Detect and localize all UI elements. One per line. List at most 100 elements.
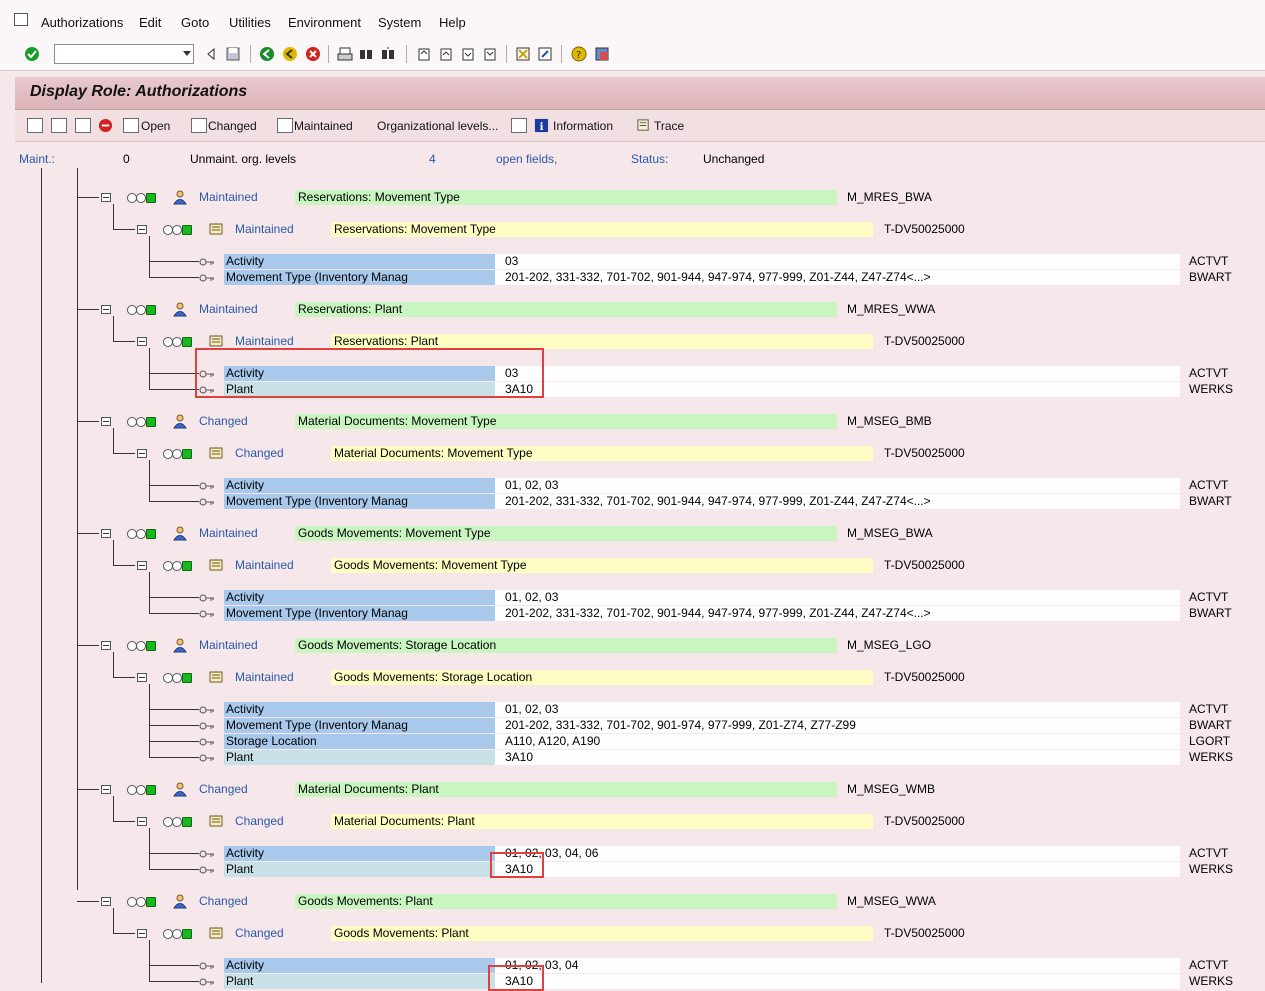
field-value[interactable]: 03 (495, 254, 1180, 269)
back-icon[interactable] (259, 46, 275, 62)
field-id: BWART (1189, 494, 1232, 508)
menu-help[interactable]: Help (439, 15, 466, 30)
maintained-icon[interactable] (277, 118, 293, 133)
save-icon[interactable] (225, 46, 241, 62)
collapse-node-icon[interactable] (137, 673, 147, 682)
field-value[interactable]: 01, 02, 03, 04, 06 (495, 846, 1180, 861)
layout-menu-icon[interactable] (594, 46, 610, 62)
object-status-link[interactable]: Changed (199, 894, 248, 908)
menu-environment[interactable]: Environment (288, 15, 361, 30)
authorization-status-link[interactable]: Maintained (235, 334, 294, 348)
object-status-link[interactable]: Changed (199, 414, 248, 428)
find-next-icon[interactable] (380, 46, 396, 62)
authorization-status-link[interactable]: Changed (235, 446, 284, 460)
trace-icon[interactable] (636, 118, 651, 133)
open-button[interactable]: Open (141, 119, 170, 133)
collapse-node-icon[interactable] (137, 817, 147, 826)
org-levels-button[interactable]: Organizational levels... (377, 119, 498, 133)
information-icon[interactable]: i (534, 118, 549, 133)
trace-button[interactable]: Trace (654, 119, 684, 133)
object-status-link[interactable]: Maintained (199, 638, 258, 652)
authorization-status-link[interactable]: Changed (235, 814, 284, 828)
field-value[interactable]: 01, 02, 03 (495, 702, 1180, 717)
collapse-node-icon[interactable] (101, 305, 111, 314)
object-class-icon (173, 526, 187, 541)
help-icon[interactable]: ? (571, 46, 587, 62)
field-value[interactable]: 3A10 (495, 750, 1180, 765)
print-icon[interactable] (337, 46, 353, 62)
authorization-status-link[interactable]: Maintained (235, 222, 294, 236)
tree-branch-line (113, 204, 114, 229)
list-icon[interactable] (511, 118, 527, 133)
field-value[interactable]: 201-202, 331-332, 701-702, 901-944, 947-… (495, 270, 1180, 285)
command-field[interactable] (54, 44, 194, 64)
object-status-link[interactable]: Maintained (199, 190, 258, 204)
menu-goto[interactable]: Goto (181, 15, 209, 30)
back-arrow-icon[interactable] (203, 46, 219, 62)
collapse-node-icon[interactable] (101, 641, 111, 650)
maint-label: Maint.: (19, 152, 56, 166)
cancel-icon[interactable] (305, 46, 321, 62)
field-value[interactable]: 01, 02, 03, 04 (495, 958, 1180, 973)
field-id: WERKS (1189, 974, 1234, 988)
field-value[interactable]: 3A10 (495, 862, 1180, 877)
collapse-node-icon[interactable] (101, 529, 111, 538)
chevron-down-icon[interactable] (183, 51, 191, 56)
next-page-icon[interactable] (460, 46, 476, 62)
shortcut-icon[interactable] (537, 46, 553, 62)
menu-utilities[interactable]: Utilities (229, 15, 271, 30)
authorization-status-link[interactable]: Maintained (235, 558, 294, 572)
previous-page-icon[interactable] (438, 46, 454, 62)
field-value[interactable]: 01, 02, 03 (495, 590, 1180, 605)
expand-all-icon[interactable] (27, 118, 43, 133)
field-value[interactable]: 3A10 (495, 382, 1180, 397)
object-class-icon (173, 190, 187, 205)
deactivate-icon[interactable] (98, 118, 113, 133)
field-value[interactable]: 201-202, 331-332, 701-702, 901-974, 977-… (495, 718, 1180, 733)
field-id: ACTVT (1189, 590, 1229, 604)
field-label: Movement Type (Inventory Manag (224, 494, 495, 509)
collapse-node-icon[interactable] (137, 337, 147, 346)
create-session-icon[interactable] (515, 46, 531, 62)
field-label: Activity (224, 254, 495, 269)
collapse-node-icon[interactable] (137, 449, 147, 458)
collapse-node-icon[interactable] (101, 417, 111, 426)
object-status-link[interactable]: Maintained (199, 526, 258, 540)
menu-edit[interactable]: Edit (139, 15, 161, 30)
title-bar: Display Role: Authorizations (15, 77, 1265, 110)
authorization-status-link[interactable]: Maintained (235, 670, 294, 684)
authorization-icon (209, 671, 223, 683)
find-icon[interactable] (358, 46, 374, 62)
enter-check-icon[interactable] (24, 46, 40, 62)
field-value[interactable]: 3A10 (495, 974, 1180, 989)
first-page-icon[interactable] (416, 46, 432, 62)
field-value[interactable]: A110, A120, A190 (495, 734, 1180, 749)
open-icon[interactable] (123, 118, 139, 133)
maintained-button[interactable]: Maintained (294, 119, 353, 133)
menu-system[interactable]: System (378, 15, 421, 30)
save-list-icon[interactable] (75, 118, 91, 133)
changed-button[interactable]: Changed (208, 119, 257, 133)
collapse-node-icon[interactable] (137, 929, 147, 938)
collapse-node-icon[interactable] (137, 225, 147, 234)
object-status-link[interactable]: Maintained (199, 302, 258, 316)
status-label: Status: (631, 152, 669, 166)
collapse-node-icon[interactable] (101, 897, 111, 906)
collapse-node-icon[interactable] (101, 193, 111, 202)
changed-icon[interactable] (191, 118, 207, 133)
traffic-light-icon (163, 225, 193, 235)
collapse-all-icon[interactable] (51, 118, 67, 133)
last-page-icon[interactable] (482, 46, 498, 62)
collapse-node-icon[interactable] (101, 785, 111, 794)
field-value[interactable]: 201-202, 331-332, 701-702, 901-944, 947-… (495, 494, 1180, 509)
field-value[interactable]: 201-202, 331-332, 701-702, 901-944, 947-… (495, 606, 1180, 621)
information-button[interactable]: Information (553, 119, 613, 133)
menu-icon[interactable] (14, 13, 28, 26)
field-value[interactable]: 01, 02, 03 (495, 478, 1180, 493)
object-status-link[interactable]: Changed (199, 782, 248, 796)
authorization-status-link[interactable]: Changed (235, 926, 284, 940)
collapse-node-icon[interactable] (137, 561, 147, 570)
field-value[interactable]: 03 (495, 366, 1180, 381)
menu-authorizations[interactable]: Authorizations (41, 15, 123, 30)
exit-icon[interactable] (282, 46, 298, 62)
